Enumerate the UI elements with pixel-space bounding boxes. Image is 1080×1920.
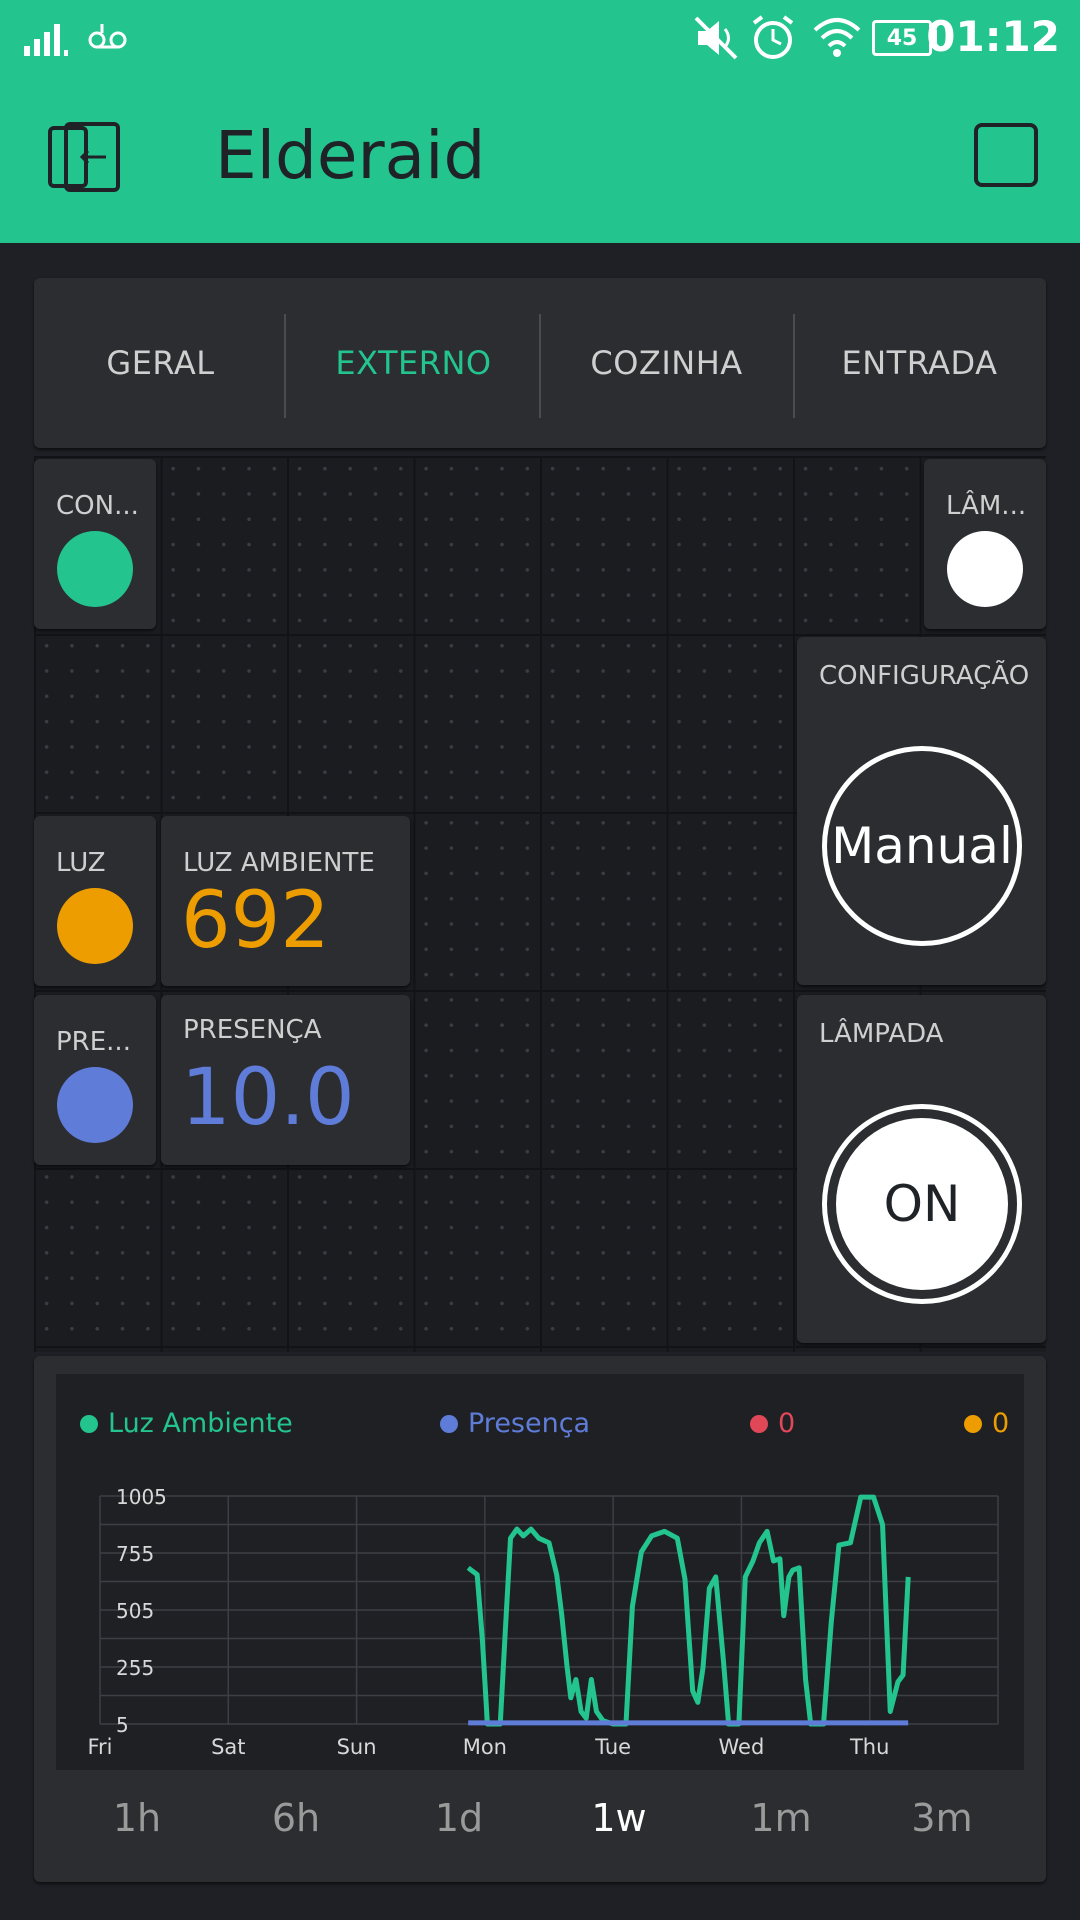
range-label: 1m bbox=[750, 1796, 812, 1840]
range-label: 1w bbox=[591, 1796, 647, 1840]
config-widget: CONFIGURAÇÃO Manual bbox=[797, 637, 1046, 985]
signal-icon bbox=[24, 24, 68, 56]
mute-icon bbox=[694, 16, 738, 60]
led-luz-indicator bbox=[57, 888, 133, 964]
app-bar: Elderaid bbox=[0, 80, 1080, 243]
led-pre-widget[interactable]: PRE... bbox=[34, 995, 156, 1165]
config-label: CONFIGURAÇÃO bbox=[819, 661, 1030, 691]
range-label: 6h bbox=[271, 1796, 321, 1840]
range-1d-button[interactable]: 1d bbox=[409, 1796, 509, 1840]
chart-area: Luz Ambiente Presença 0 0 1005 755 505 255 5… bbox=[56, 1374, 1024, 1770]
y-tick-label: 755 bbox=[116, 1542, 154, 1566]
range-3m-button[interactable]: 3m bbox=[892, 1796, 992, 1840]
manual-button-label: Manual bbox=[831, 817, 1013, 875]
y-tick-label: 505 bbox=[116, 1599, 154, 1623]
range-label: 1h bbox=[112, 1796, 162, 1840]
voicemail-icon bbox=[88, 24, 127, 49]
presenca-widget[interactable]: PRESENÇA 10.0 bbox=[161, 995, 410, 1165]
x-tick-label: Sat bbox=[211, 1735, 245, 1759]
range-label: 1d bbox=[434, 1796, 484, 1840]
luz-ambiente-label: LUZ AMBIENTE bbox=[183, 848, 375, 878]
line-chart[interactable]: 1005 755 505 255 5Fri Sat Sun Mon Tue Wed Thu bbox=[56, 1374, 1024, 1770]
y-tick-label: 255 bbox=[116, 1656, 154, 1680]
lampada-on-label: ON bbox=[883, 1175, 961, 1233]
battery-level: 45 bbox=[886, 25, 918, 51]
x-tick-label: Thu bbox=[849, 1735, 889, 1759]
alarm-icon bbox=[752, 15, 794, 59]
tab-label: COZINHA bbox=[590, 344, 743, 382]
lampada-label: LÂMPADA bbox=[819, 1019, 944, 1049]
led-lam-widget[interactable]: LÂM... bbox=[924, 459, 1046, 629]
tab-entrada[interactable]: ENTRADA bbox=[793, 278, 1046, 448]
tab-label: GERAL bbox=[106, 344, 215, 382]
luz-ambiente-widget[interactable]: LUZ AMBIENTE 692 bbox=[161, 816, 410, 986]
x-tick-label: Tue bbox=[594, 1735, 631, 1759]
lampada-widget: LÂMPADA ON bbox=[797, 995, 1046, 1343]
x-tick-label: Wed bbox=[719, 1735, 765, 1759]
y-tick-label: 1005 bbox=[116, 1485, 167, 1509]
y-tick-label: 5 bbox=[116, 1713, 129, 1737]
tab-divider bbox=[284, 314, 286, 418]
presenca-label: PRESENÇA bbox=[183, 1015, 322, 1045]
tab-externo[interactable]: EXTERNO bbox=[287, 278, 540, 448]
tab-cozinha[interactable]: COZINHA bbox=[540, 278, 793, 448]
range-1w-button[interactable]: 1w bbox=[569, 1796, 669, 1840]
app-title: Elderaid bbox=[215, 117, 486, 194]
led-lam-indicator bbox=[947, 531, 1023, 607]
presenca-value: 10.0 bbox=[181, 1053, 355, 1143]
led-con-indicator bbox=[57, 531, 133, 607]
battery-icon: 45 bbox=[872, 20, 932, 56]
range-6h-button[interactable]: 6h bbox=[246, 1796, 346, 1840]
x-tick-label: Sun bbox=[337, 1735, 377, 1759]
led-con-widget[interactable]: CON... bbox=[34, 459, 156, 629]
led-pre-label: PRE... bbox=[56, 1027, 131, 1057]
manual-button[interactable]: Manual bbox=[822, 746, 1022, 946]
lampada-on-button[interactable]: ON bbox=[822, 1104, 1022, 1304]
tab-bar: GERAL EXTERNO COZINHA ENTRADA bbox=[34, 278, 1046, 448]
led-luz-widget[interactable]: LUZ bbox=[34, 816, 156, 986]
tab-label: EXTERNO bbox=[335, 344, 492, 382]
tab-geral[interactable]: GERAL bbox=[34, 278, 287, 448]
wifi-icon bbox=[813, 18, 861, 57]
led-pre-indicator bbox=[57, 1067, 133, 1143]
lampada-on-fill: ON bbox=[836, 1118, 1008, 1290]
range-1h-button[interactable]: 1h bbox=[87, 1796, 187, 1840]
range-label: 3m bbox=[911, 1796, 973, 1840]
x-tick-label: Fri bbox=[87, 1735, 112, 1759]
range-1m-button[interactable]: 1m bbox=[731, 1796, 831, 1840]
luz-ambiente-value: 692 bbox=[181, 876, 330, 966]
tab-label: ENTRADA bbox=[841, 344, 998, 382]
status-bar: 45 01:12 bbox=[0, 0, 1080, 80]
led-luz-label: LUZ bbox=[56, 848, 106, 878]
history-chart-widget: Luz Ambiente Presença 0 0 1005 755 505 255 5… bbox=[34, 1356, 1046, 1882]
led-lam-label: LÂM... bbox=[946, 491, 1027, 521]
stop-button[interactable] bbox=[974, 123, 1038, 187]
exit-icon[interactable] bbox=[48, 122, 120, 192]
clock-time: 01:12 bbox=[926, 12, 1060, 61]
led-con-label: CON... bbox=[56, 491, 139, 521]
x-tick-label: Mon bbox=[463, 1735, 507, 1759]
